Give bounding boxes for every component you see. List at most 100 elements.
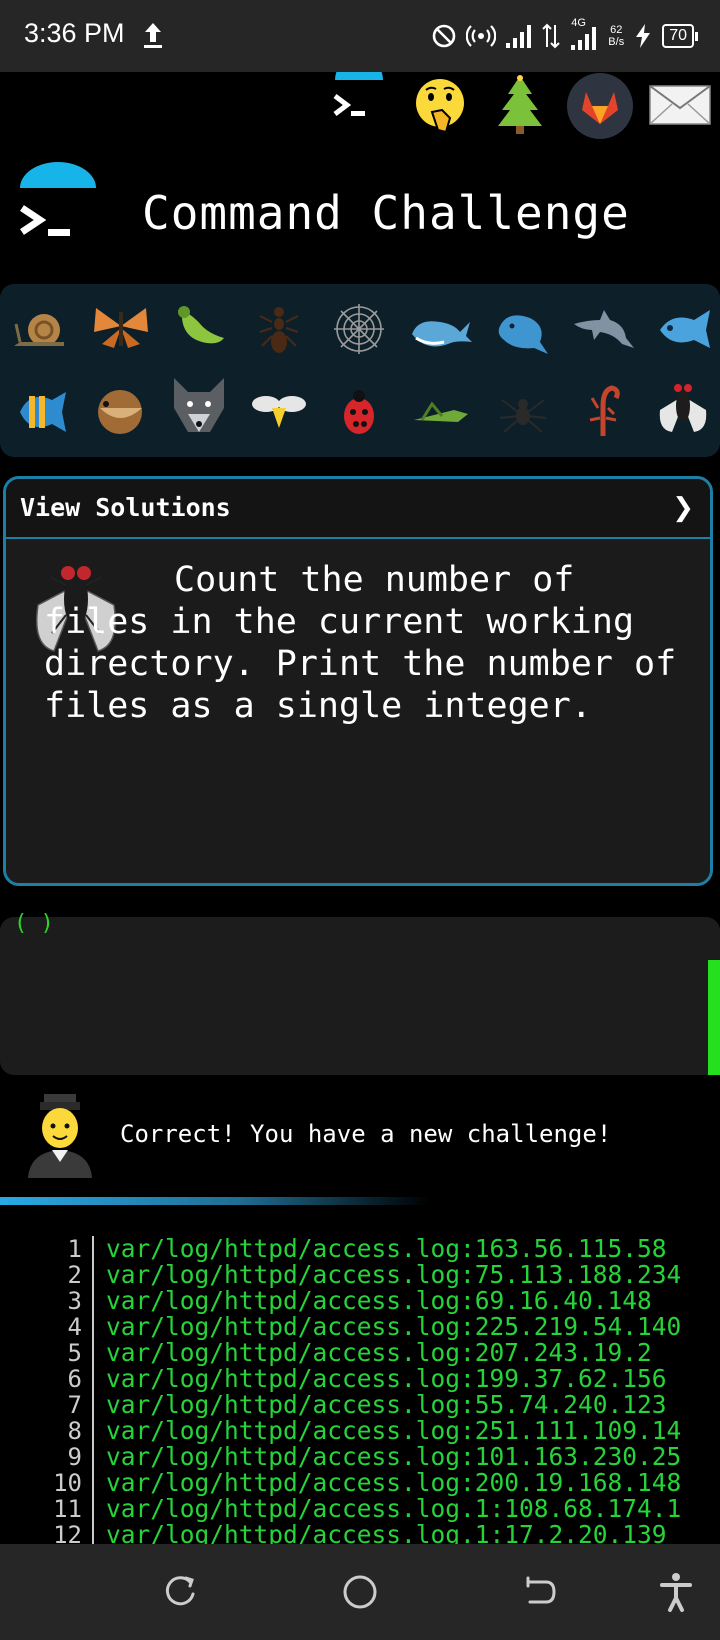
tree-button[interactable] <box>486 72 554 140</box>
line-divider <box>92 1340 94 1366</box>
creature-bug[interactable] <box>166 296 232 362</box>
line-text: var/log/httpd/access.log.1:108.68.174.1 <box>106 1494 682 1523</box>
speed-unit: B/s <box>608 36 625 48</box>
creature-ant[interactable] <box>246 296 312 362</box>
top-icon-row <box>0 56 720 140</box>
terminal-button[interactable] <box>325 56 393 140</box>
creature-bee[interactable] <box>246 378 312 444</box>
home-button[interactable] <box>336 1568 384 1616</box>
accessibility-icon <box>660 1573 692 1612</box>
output-line: 6 var/log/httpd/access.log:199.37.62.156 <box>0 1366 720 1392</box>
gitlab-icon <box>567 73 633 139</box>
line-text: var/log/httpd/access.log:251.111.109.14 <box>106 1416 682 1445</box>
line-number: 11 <box>53 1495 82 1523</box>
chevron-right-icon: ❯ <box>672 493 694 523</box>
network-speed: 62 B/s <box>608 24 624 48</box>
line-number: 10 <box>53 1469 82 1497</box>
signal-4g: 4G <box>569 17 599 51</box>
dolphin-icon <box>574 310 634 348</box>
line-text: var/log/httpd/access.log:207.243.19.2 <box>106 1338 652 1367</box>
status-bar: 3:36 PM 4G 62 B/s 70 <box>0 0 720 72</box>
line-text: var/log/httpd/access.log:101.163.230.25 <box>106 1442 682 1471</box>
output-line: 8 var/log/httpd/access.log:251.111.109.14 <box>0 1418 720 1444</box>
command-output: 1 var/log/httpd/access.log:163.56.115.58 2… <box>0 1236 720 1544</box>
charging-icon <box>636 24 651 48</box>
creature-cricket[interactable] <box>408 378 474 444</box>
output-line: 7 var/log/httpd/access.log:55.74.240.123 <box>0 1392 720 1418</box>
creature-spider-web[interactable] <box>326 296 392 362</box>
recents-icon <box>165 1576 195 1606</box>
line-divider <box>92 1288 94 1314</box>
line-number: 2 <box>67 1261 82 1289</box>
creature-snail[interactable] <box>6 296 72 362</box>
view-solutions-toggle[interactable]: View Solutions ❯ <box>6 479 710 539</box>
line-divider <box>92 1236 94 1262</box>
line-number: 6 <box>67 1365 82 1393</box>
line-text: var/log/httpd/access.log:200.19.168.148 <box>106 1468 682 1497</box>
creature-spider[interactable] <box>490 378 556 444</box>
battery-icon: 70 <box>662 24 698 48</box>
scorpion-icon <box>589 385 620 436</box>
back-button[interactable] <box>516 1568 564 1616</box>
ant-icon <box>259 307 299 353</box>
challenge-description: Count the number of files in the current… <box>44 560 677 726</box>
result-message: Correct! You have a new challenge! <box>0 1090 720 1190</box>
terminal-prompt: ( ) <box>14 911 54 936</box>
line-divider <box>92 1314 94 1340</box>
page-title: Command Challenge <box>142 186 630 240</box>
line-number: 3 <box>67 1287 82 1315</box>
output-line: 1 var/log/httpd/access.log:163.56.115.58 <box>0 1236 720 1262</box>
output-line: 5 var/log/httpd/access.log:207.243.19.2 <box>0 1340 720 1366</box>
recents-button[interactable] <box>156 1568 204 1616</box>
app-header: Command Challenge <box>0 150 720 250</box>
line-divider <box>92 1392 94 1418</box>
creature-tropical-fish[interactable] <box>8 378 74 444</box>
bug-icon <box>178 306 224 344</box>
line-number: 4 <box>67 1313 82 1341</box>
line-divider <box>92 1470 94 1496</box>
line-divider <box>92 1418 94 1444</box>
line-number: 1 <box>67 1236 82 1263</box>
line-divider <box>92 1366 94 1392</box>
accessibility-button[interactable] <box>652 1568 700 1616</box>
line-text: var/log/httpd/access.log:163.56.115.58 <box>106 1236 667 1263</box>
do-not-disturb-icon <box>432 24 456 48</box>
line-divider <box>92 1496 94 1522</box>
line-divider <box>92 1444 94 1470</box>
contact-button[interactable] <box>646 72 714 140</box>
tree-icon <box>498 75 542 134</box>
terminal-input[interactable]: ( ) <box>0 911 720 1075</box>
blowfish-icon <box>98 390 142 434</box>
output-line: 3 var/log/httpd/access.log:69.16.40.148 <box>0 1288 720 1314</box>
creature-wolf[interactable] <box>166 374 232 440</box>
spider-icon <box>499 399 547 433</box>
judge-icon <box>28 1094 92 1178</box>
creature-whale[interactable] <box>408 296 474 362</box>
back-icon <box>526 1576 556 1604</box>
creature-fish[interactable] <box>650 296 716 362</box>
line-number: 5 <box>67 1339 82 1367</box>
creature-spouting-whale[interactable] <box>490 296 556 362</box>
line-number: 9 <box>67 1443 82 1471</box>
shushing-face-icon <box>416 79 464 134</box>
envelope-icon <box>649 85 711 125</box>
terminal-icon <box>20 162 96 236</box>
line-text: var/log/httpd/access.log:225.219.54.140 <box>106 1312 682 1341</box>
creature-fly[interactable] <box>650 374 716 440</box>
gitlab-button[interactable] <box>566 72 634 140</box>
creature-butterfly[interactable] <box>88 296 154 362</box>
creature-scorpion[interactable] <box>570 378 636 444</box>
line-text: var/log/httpd/access.log.1:17.2.20.139 <box>106 1520 667 1545</box>
data-transfer-icon <box>542 23 561 49</box>
bee-icon <box>252 396 306 428</box>
emoji-button[interactable] <box>406 72 474 140</box>
creature-blowfish[interactable] <box>88 378 154 444</box>
creature-ladybug[interactable] <box>326 378 392 444</box>
terminal-cursor <box>708 960 720 1075</box>
line-text: var/log/httpd/access.log:75.113.188.234 <box>106 1260 682 1289</box>
output-line: 9 var/log/httpd/access.log:101.163.230.25 <box>0 1444 720 1470</box>
creature-dolphin[interactable] <box>570 296 636 362</box>
signal-icon-2 <box>571 27 597 50</box>
fish-icon <box>660 310 710 348</box>
upload-icon <box>144 23 162 48</box>
